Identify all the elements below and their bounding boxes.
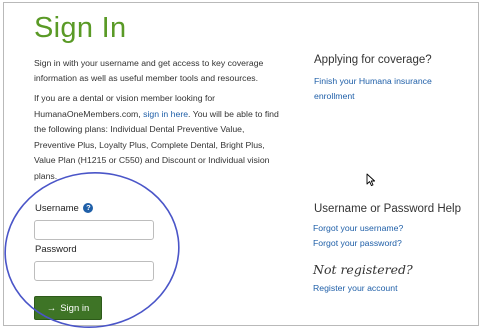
not-registered-heading: Not registered? bbox=[313, 262, 413, 277]
page-title: Sign In bbox=[34, 12, 127, 44]
username-label-text: Username bbox=[35, 203, 79, 214]
arrow-right-icon: → bbox=[46, 302, 57, 314]
register-account-link[interactable]: Register your account bbox=[313, 283, 398, 293]
dental-vision-text: If you are a dental or vision member loo… bbox=[34, 91, 284, 184]
dental-text-after: . You will be able to find the following… bbox=[34, 108, 279, 181]
sign-in-here-link[interactable]: sign in here bbox=[143, 109, 188, 119]
sign-in-button[interactable]: → Sign in bbox=[34, 296, 102, 320]
password-help-heading: Username or Password Help bbox=[314, 203, 462, 215]
username-label: Username ? bbox=[35, 203, 94, 214]
mouse-pointer-icon bbox=[366, 173, 376, 187]
username-input[interactable] bbox=[34, 220, 154, 240]
forgot-password-link[interactable]: Forgot your password? bbox=[313, 238, 402, 248]
finish-enrollment-link[interactable]: Finish your Humana insurance enrollment bbox=[314, 74, 464, 104]
password-input[interactable] bbox=[34, 261, 154, 281]
intro-text: Sign in with your username and get acces… bbox=[34, 58, 264, 83]
forgot-username-link[interactable]: Forgot your username? bbox=[313, 223, 403, 233]
applying-heading: Applying for coverage? bbox=[314, 54, 432, 66]
sign-in-button-label: Sign in bbox=[60, 302, 90, 314]
help-circle-icon[interactable]: ? bbox=[83, 203, 94, 213]
password-label: Password bbox=[35, 244, 77, 255]
